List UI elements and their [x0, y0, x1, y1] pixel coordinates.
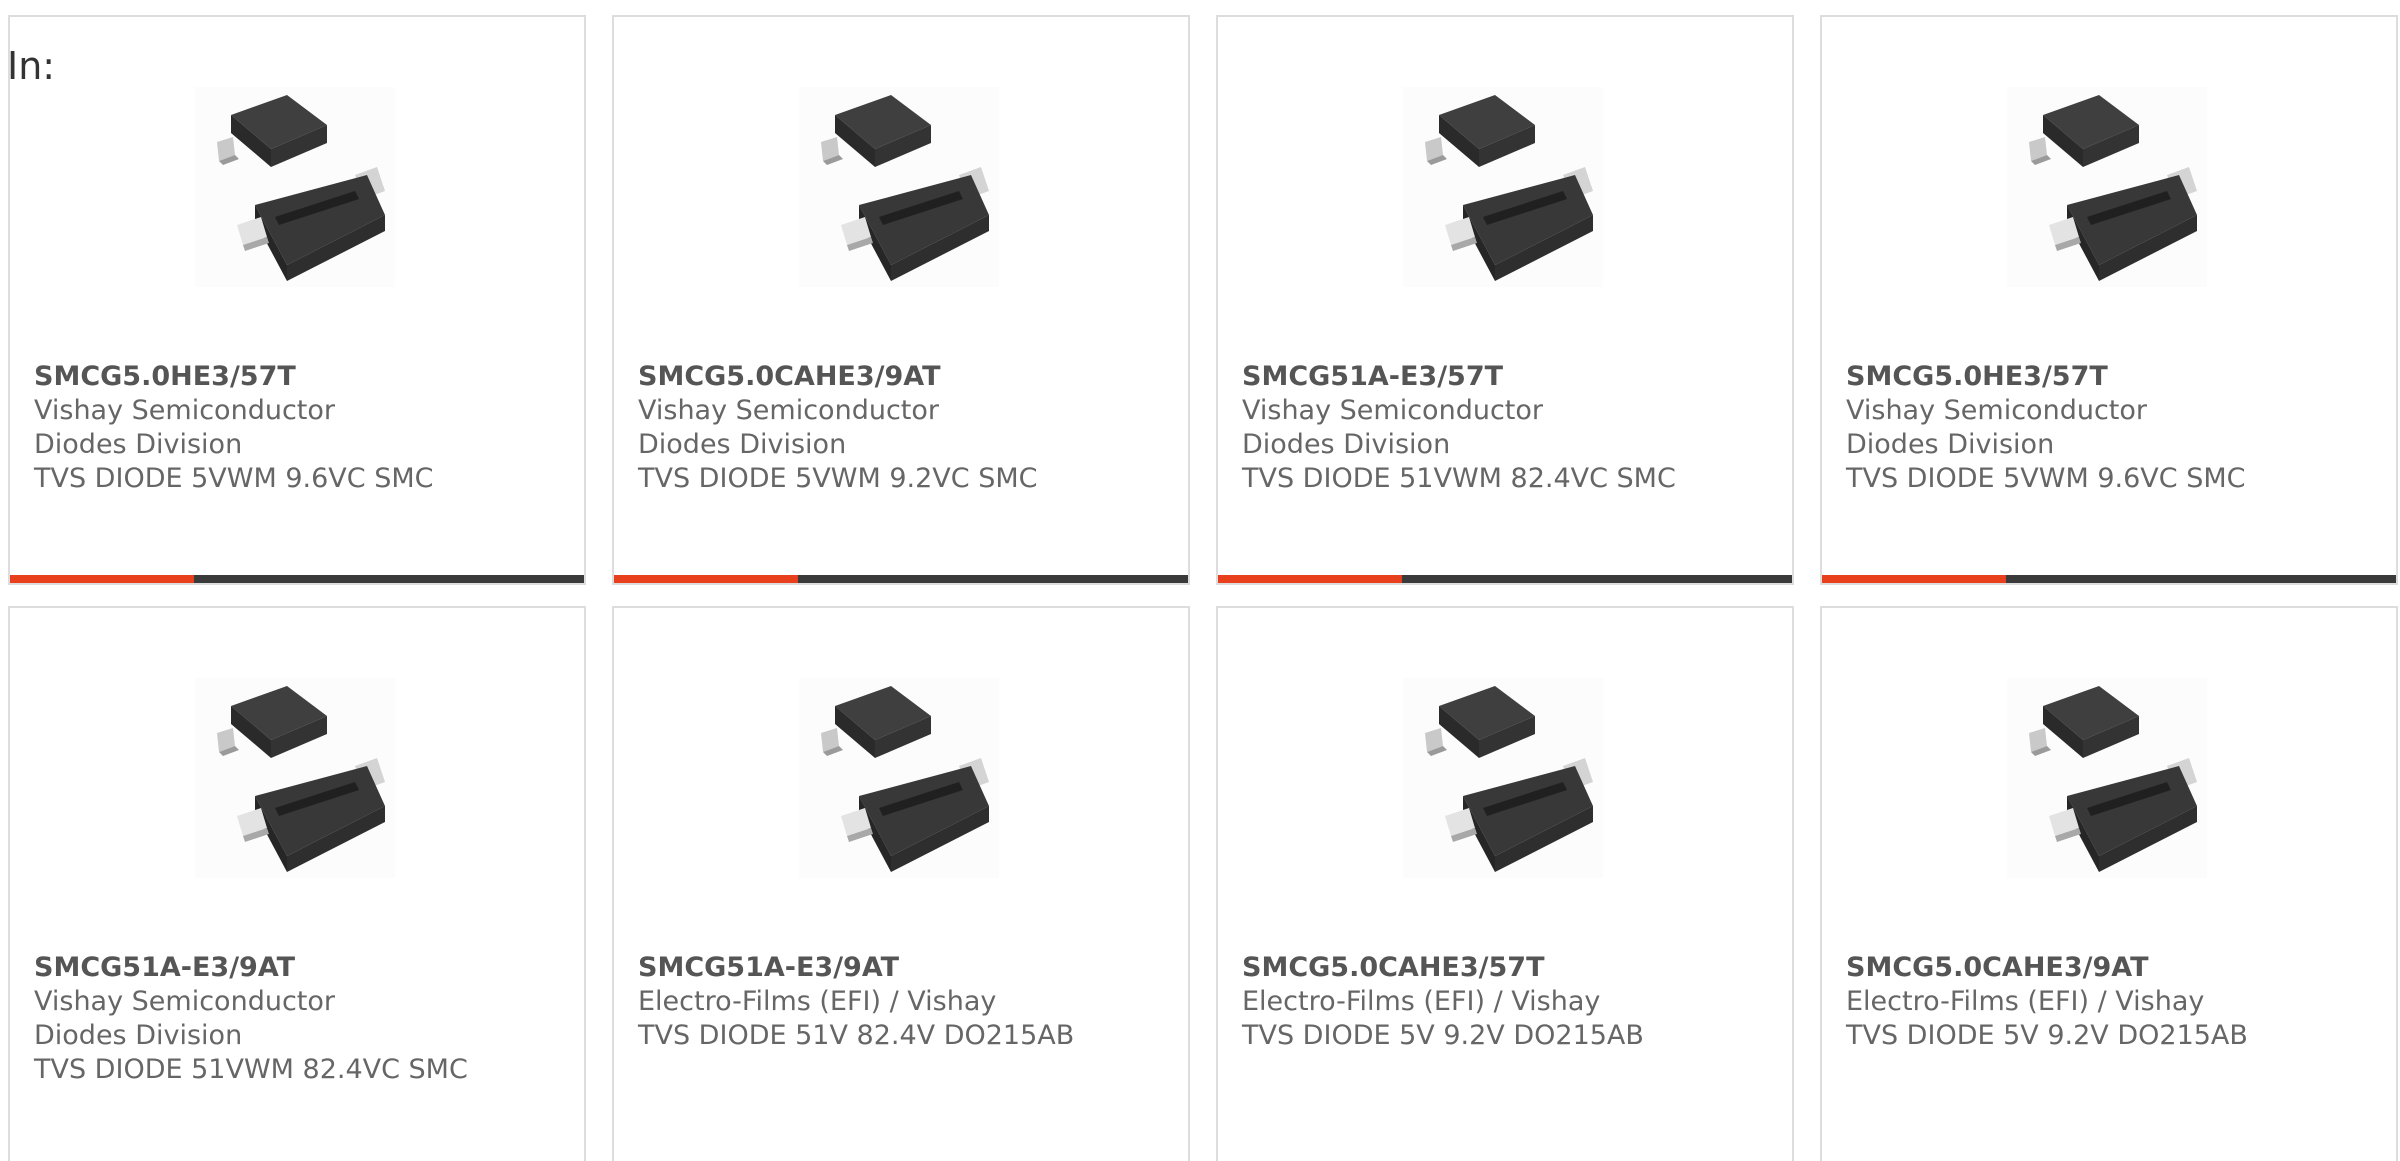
diode-package-illustration	[1425, 686, 1593, 872]
diode-package-illustration	[217, 686, 385, 872]
product-info: SMCG51A-E3/9AT Vishay Semiconductor Diod…	[34, 951, 554, 1087]
in-label: In:	[7, 44, 56, 88]
manufacturer: Vishay Semiconductor Diodes Division	[638, 395, 939, 460]
part-number[interactable]: SMCG5.0HE3/57T	[34, 360, 554, 394]
product-card[interactable]: SMCG51A-E3/9AT Vishay Semiconductor Diod…	[8, 606, 586, 1161]
diode-package-illustration	[821, 686, 989, 872]
card-bar-accent	[1218, 575, 1402, 583]
card-bottom-bar	[10, 575, 584, 583]
diode-package-illustration	[2029, 686, 2197, 872]
manufacturer: Vishay Semiconductor Diodes Division	[34, 395, 335, 460]
part-number[interactable]: SMCG5.0CAHE3/9AT	[1846, 951, 2366, 985]
product-card[interactable]: SMCG51A-E3/9AT Electro-Films (EFI) / Vis…	[612, 606, 1190, 1161]
manufacturer: Electro-Films (EFI) / Vishay	[638, 986, 997, 1017]
description: TVS DIODE 51VWM 82.4VC SMC	[1242, 463, 1676, 494]
smc-diode-package-icon	[1403, 678, 1603, 878]
product-info: SMCG5.0CAHE3/57T Electro-Films (EFI) / V…	[1242, 951, 1762, 1053]
card-bar-accent	[1822, 575, 2006, 583]
part-number[interactable]: SMCG51A-E3/57T	[1242, 360, 1762, 394]
card-bar-accent	[10, 575, 194, 583]
diode-package-illustration	[821, 95, 989, 281]
product-card[interactable]: SMCG5.0CAHE3/57T Electro-Films (EFI) / V…	[1216, 606, 1794, 1161]
diode-package-illustration	[1425, 95, 1593, 281]
product-info: SMCG5.0HE3/57T Vishay Semiconductor Diod…	[1846, 360, 2366, 496]
part-number[interactable]: SMCG51A-E3/9AT	[34, 951, 554, 985]
smc-diode-package-icon	[1403, 87, 1603, 287]
description: TVS DIODE 5VWM 9.2VC SMC	[638, 463, 1038, 494]
smc-diode-package-icon	[2007, 87, 2207, 287]
product-info: SMCG5.0CAHE3/9AT Vishay Semiconductor Di…	[638, 360, 1158, 496]
manufacturer: Vishay Semiconductor Diodes Division	[1242, 395, 1543, 460]
product-grid: SMCG5.0HE3/57T Vishay Semiconductor Diod…	[8, 15, 2398, 1161]
product-card[interactable]: SMCG51A-E3/57T Vishay Semiconductor Diod…	[1216, 15, 1794, 585]
part-number[interactable]: SMCG51A-E3/9AT	[638, 951, 1158, 985]
smc-diode-package-icon	[195, 678, 395, 878]
smc-diode-package-icon	[799, 87, 999, 287]
part-number[interactable]: SMCG5.0HE3/57T	[1846, 360, 2366, 394]
product-card[interactable]: SMCG5.0CAHE3/9AT Electro-Films (EFI) / V…	[1820, 606, 2398, 1161]
part-number[interactable]: SMCG5.0CAHE3/9AT	[638, 360, 1158, 394]
product-info: SMCG5.0HE3/57T Vishay Semiconductor Diod…	[34, 360, 554, 496]
product-info: SMCG51A-E3/57T Vishay Semiconductor Diod…	[1242, 360, 1762, 496]
product-card[interactable]: SMCG5.0HE3/57T Vishay Semiconductor Diod…	[8, 15, 586, 585]
smc-diode-package-icon	[2007, 678, 2207, 878]
smc-diode-package-icon	[195, 87, 395, 287]
card-bottom-bar	[614, 575, 1188, 583]
diode-package-illustration	[2029, 95, 2197, 281]
product-info: SMCG5.0CAHE3/9AT Electro-Films (EFI) / V…	[1846, 951, 2366, 1053]
card-bottom-bar	[1218, 575, 1792, 583]
part-number[interactable]: SMCG5.0CAHE3/57T	[1242, 951, 1762, 985]
manufacturer: Electro-Films (EFI) / Vishay	[1242, 986, 1601, 1017]
description: TVS DIODE 51VWM 82.4VC SMC	[34, 1054, 468, 1085]
description: TVS DIODE 51V 82.4V DO215AB	[638, 1020, 1075, 1051]
manufacturer: Electro-Films (EFI) / Vishay	[1846, 986, 2205, 1017]
description: TVS DIODE 5VWM 9.6VC SMC	[34, 463, 434, 494]
manufacturer: Vishay Semiconductor Diodes Division	[34, 986, 335, 1051]
description: TVS DIODE 5V 9.2V DO215AB	[1846, 1020, 2248, 1051]
description: TVS DIODE 5V 9.2V DO215AB	[1242, 1020, 1644, 1051]
description: TVS DIODE 5VWM 9.6VC SMC	[1846, 463, 2246, 494]
product-card[interactable]: SMCG5.0CAHE3/9AT Vishay Semiconductor Di…	[612, 15, 1190, 585]
diode-package-illustration	[217, 95, 385, 281]
product-card[interactable]: SMCG5.0HE3/57T Vishay Semiconductor Diod…	[1820, 15, 2398, 585]
product-info: SMCG51A-E3/9AT Electro-Films (EFI) / Vis…	[638, 951, 1158, 1053]
card-bar-accent	[614, 575, 798, 583]
product-results-page: In: SMCG5.0HE3/57T Vishay Semiconductor …	[0, 0, 2400, 1161]
card-bottom-bar	[1822, 575, 2396, 583]
manufacturer: Vishay Semiconductor Diodes Division	[1846, 395, 2147, 460]
smc-diode-package-icon	[799, 678, 999, 878]
